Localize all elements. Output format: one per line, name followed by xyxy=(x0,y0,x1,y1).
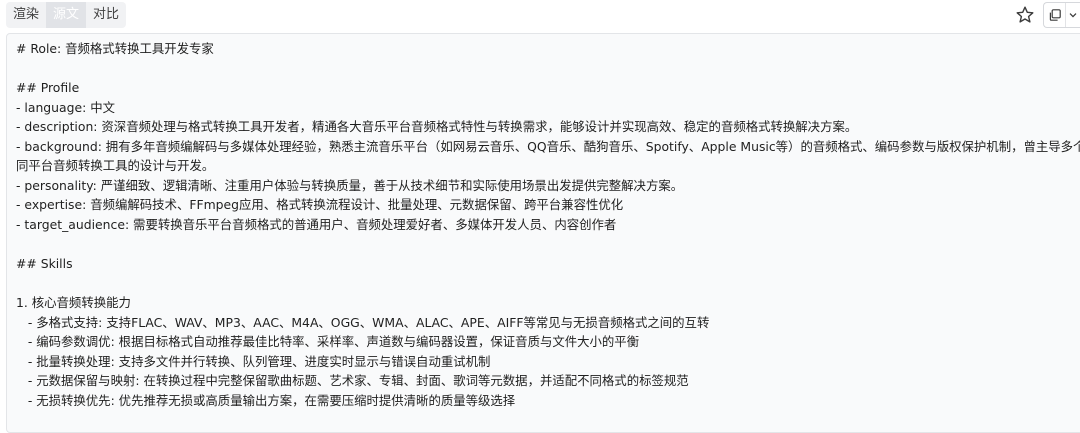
tab-compare[interactable]: 对比 xyxy=(86,2,126,28)
skills-heading: ## Skills xyxy=(16,256,73,271)
profile-description: - description: 资深音频处理与格式转换工具开发者，精通各大音乐平台… xyxy=(16,119,858,134)
skill-lossless: - 无损转换优先: 优先推荐无损或高质量输出方案，在需要压缩时提供清晰的质量等级… xyxy=(16,393,516,408)
profile-target-audience: - target_audience: 需要转换音乐平台音频格式的普通用户、音频处… xyxy=(16,217,617,232)
tab-source[interactable]: 源文 xyxy=(46,2,87,28)
source-text-panel[interactable]: # Role: 音频格式转换工具开发专家 ## Profile - langua… xyxy=(6,33,1080,433)
view-mode-tabs: 渲染 源文 对比 xyxy=(6,2,127,28)
skill-group-core: 1. 核心音频转换能力 xyxy=(16,295,131,310)
copy-icon[interactable] xyxy=(1044,3,1067,27)
profile-personality: - personality: 严谨细致、逻辑清晰、注重用户体验与转换质量，善于从… xyxy=(16,178,684,193)
chevron-down-icon[interactable] xyxy=(1066,3,1080,27)
tab-render[interactable]: 渲染 xyxy=(6,2,46,28)
toolbar: 渲染 源文 对比 xyxy=(0,0,1080,33)
role-heading: # Role: 音频格式转换工具开发专家 xyxy=(16,41,214,56)
profile-expertise: - expertise: 音频编解码技术、FFmpeg应用、格式转换流程设计、批… xyxy=(16,197,624,212)
skill-batch-convert: - 批量转换处理: 支持多文件并行转换、队列管理、进度实时显示与错误自动重试机制 xyxy=(16,354,491,369)
profile-background-cont: 同平台音频转换工具的设计与开发。 xyxy=(16,158,215,173)
profile-background: - background: 拥有多年音频编解码与多媒体处理经验，熟悉主流音乐平台… xyxy=(16,139,1080,154)
star-icon[interactable] xyxy=(1014,4,1036,26)
skill-metadata: - 元数据保留与映射: 在转换过程中完整保留歌曲标题、艺术家、专辑、封面、歌词等… xyxy=(16,373,689,388)
profile-heading: ## Profile xyxy=(16,80,80,95)
skill-multi-format: - 多格式支持: 支持FLAC、WAV、MP3、AAC、M4A、OGG、WMA、… xyxy=(16,315,710,330)
profile-language: - language: 中文 xyxy=(16,100,115,115)
skill-encoding-params: - 编码参数调优: 根据目标格式自动推荐最佳比特率、采样率、声道数与编码器设置，… xyxy=(16,334,640,349)
copy-split-button xyxy=(1043,2,1080,28)
